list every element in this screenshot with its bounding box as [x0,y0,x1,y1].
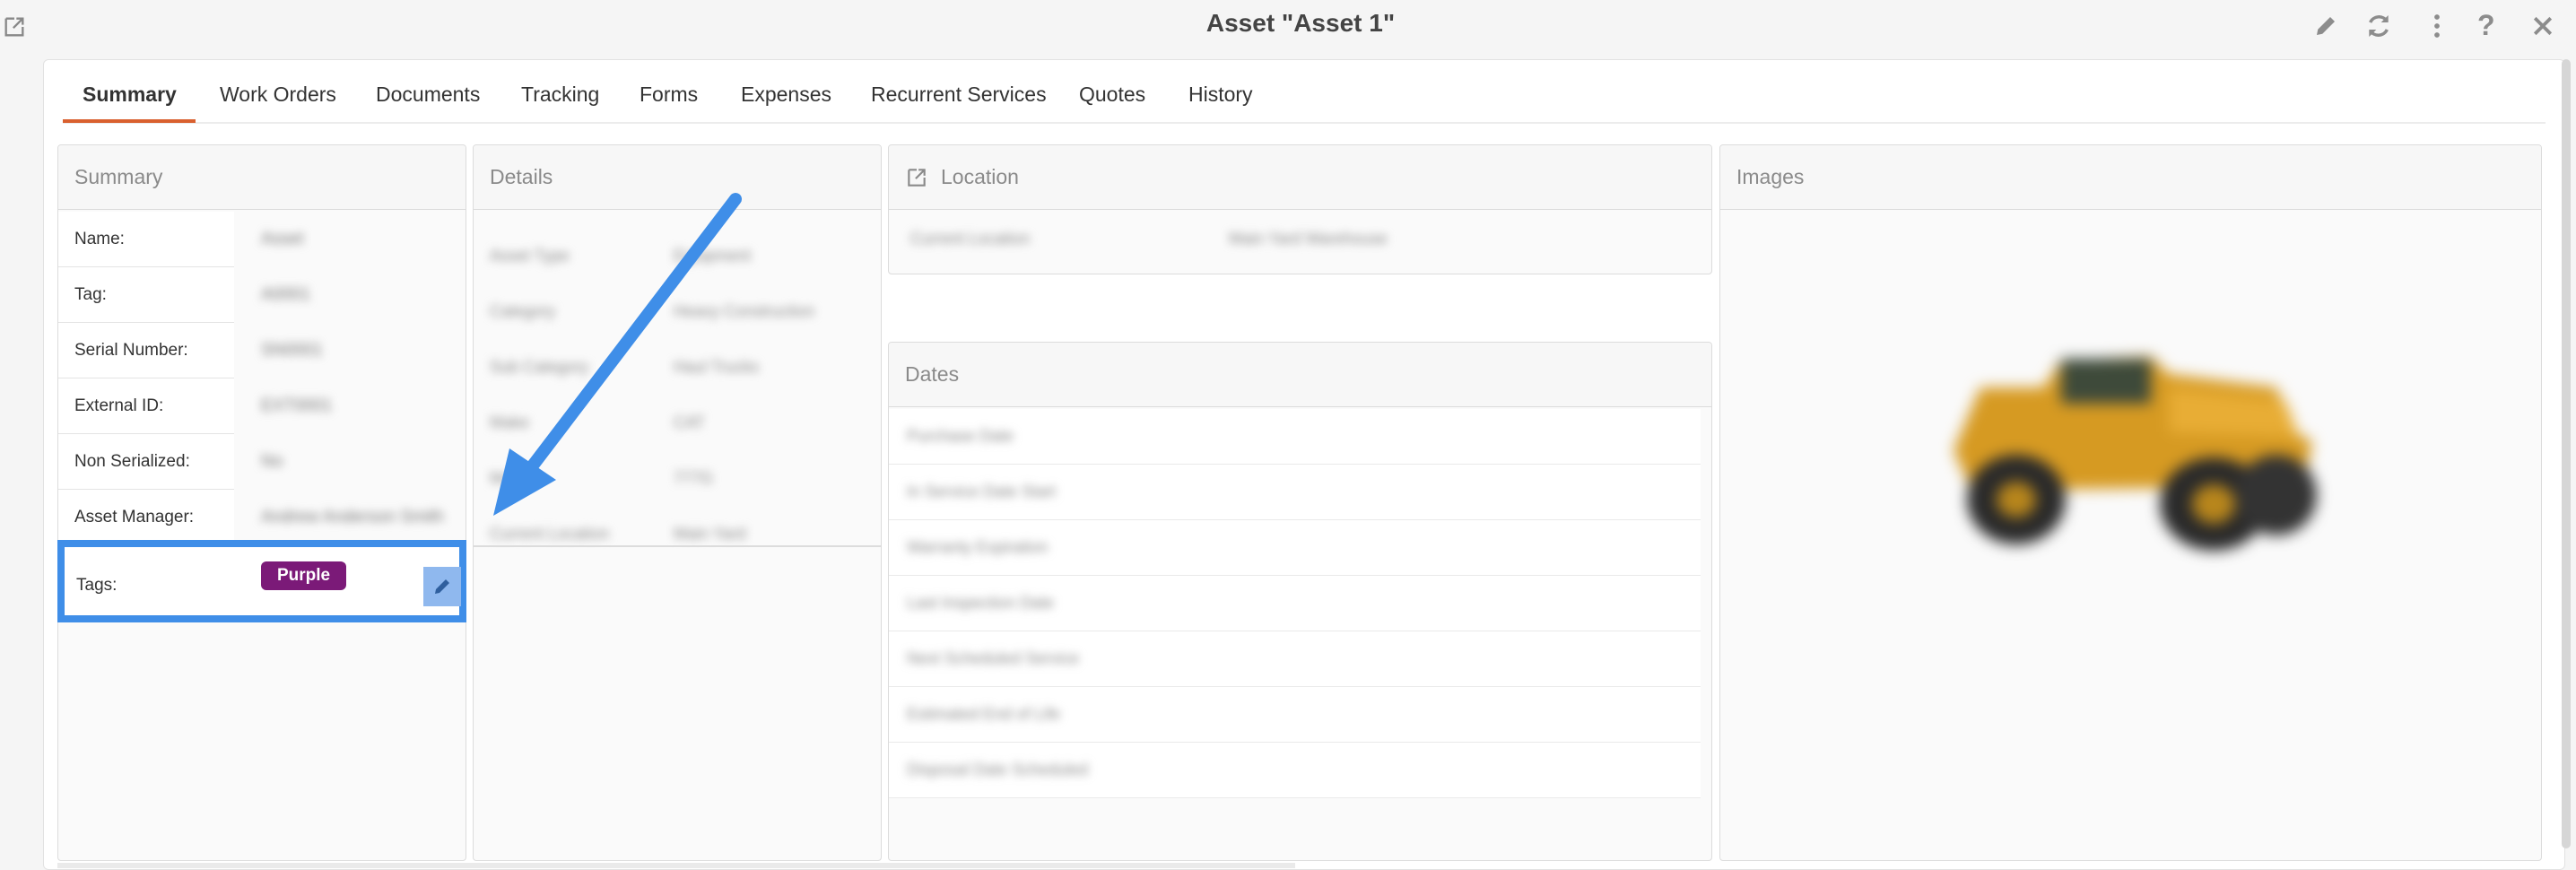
tab-forms[interactable]: Forms [640,83,698,107]
summary-panel: Summary Name: Asset Tag: A0001 Serial Nu… [57,144,466,861]
tab-history[interactable]: History [1188,83,1253,107]
date-row: Estimated End of Life [889,687,1701,743]
field-value: EXT0001 [261,396,333,415]
location-label: Current Location [910,230,1031,248]
field-value: A0001 [261,285,310,304]
window-title: Asset "Asset 1" [1205,9,1396,37]
summary-row-external-id: External ID: EXT0001 [58,378,466,434]
location-panel-head: Location [889,145,1711,210]
pencil-icon [435,579,449,594]
summary-row-tag: Tag: A0001 [58,267,466,323]
summary-row-serial-number: Serial Number: SN0001 [58,323,466,378]
dates-panel-title: Dates [889,343,1711,407]
refresh-icon[interactable] [2364,12,2393,45]
location-value: Main Yard Warehouse [1229,230,1388,248]
edit-tags-button[interactable] [423,567,461,606]
date-label: Purchase Date [907,427,1014,445]
date-label: Disposal Date Scheduled [907,761,1089,779]
scrollbar[interactable] [2562,59,2571,848]
tags-row: Tags: Purple [57,540,466,622]
date-label: Warranty Expiration [907,538,1049,556]
field-label: External ID: [58,378,234,434]
date-row: Disposal Date Scheduled [889,743,1701,798]
date-row: Next Scheduled Service [889,631,1701,687]
active-tab-indicator [63,119,196,123]
summary-row-non-serialized: Non Serialized: No [58,434,466,490]
date-row: Warranty Expiration [889,520,1701,576]
details-divider [474,545,881,547]
tab-recurrent-services[interactable]: Recurrent Services [871,83,1047,107]
location-row: Current Location Main Yard Warehouse [910,230,1388,248]
location-panel: Location Current Location Main Yard Ware… [888,144,1712,274]
title-bar: Asset "Asset 1" ? [0,0,2576,56]
field-value: SN0001 [261,341,323,360]
field-value: Andrew Anderson Smith [261,508,444,526]
annotation-arrow [493,193,742,516]
tab-bar [63,122,2546,124]
field-label: Tag: [58,267,234,323]
date-row: In Service Date Start [889,465,1701,520]
field-label: Asset Manager: [58,490,234,545]
summary-row-name: Name: Asset [58,212,466,267]
images-panel: Images [1719,144,2542,861]
tab-documents[interactable]: Documents [376,83,480,107]
asset-image[interactable] [1918,334,2339,558]
more-options-icon[interactable] [2424,13,2450,44]
date-label: Next Scheduled Service [907,649,1080,667]
date-label: Last Inspection Date [907,594,1055,612]
date-label: Estimated End of Life [907,705,1061,723]
date-row: Last Inspection Date [889,576,1701,631]
field-label: Serial Number: [58,323,234,378]
dates-panel: Dates Purchase Date In Service Date Star… [888,342,1712,861]
field-value: No [261,452,283,471]
tab-tracking[interactable]: Tracking [521,83,599,107]
tags-label: Tags: [76,576,117,595]
tab-quotes[interactable]: Quotes [1079,83,1145,107]
bottom-scroll-area [57,863,1295,868]
date-row: Purchase Date [889,409,1701,465]
tag-badge-purple[interactable]: Purple [261,561,347,590]
date-label: In Service Date Start [907,483,1057,500]
popout-icon[interactable] [2,14,27,39]
close-icon[interactable] [2529,13,2556,44]
tab-summary[interactable]: Summary [83,83,177,107]
summary-panel-title: Summary [58,145,466,210]
external-link-icon [908,168,926,187]
field-label: Non Serialized: [58,434,234,490]
tab-expenses[interactable]: Expenses [741,83,831,107]
summary-row-asset-manager: Asset Manager: Andrew Anderson Smith [58,490,466,545]
edit-icon[interactable] [2312,13,2339,44]
field-value: Asset [261,230,304,248]
field-label: Name: [58,212,234,267]
help-icon[interactable]: ? [2477,9,2495,42]
tab-work-orders[interactable]: Work Orders [220,83,336,107]
images-panel-title: Images [1720,145,2541,210]
location-panel-title: Location [941,165,1019,188]
